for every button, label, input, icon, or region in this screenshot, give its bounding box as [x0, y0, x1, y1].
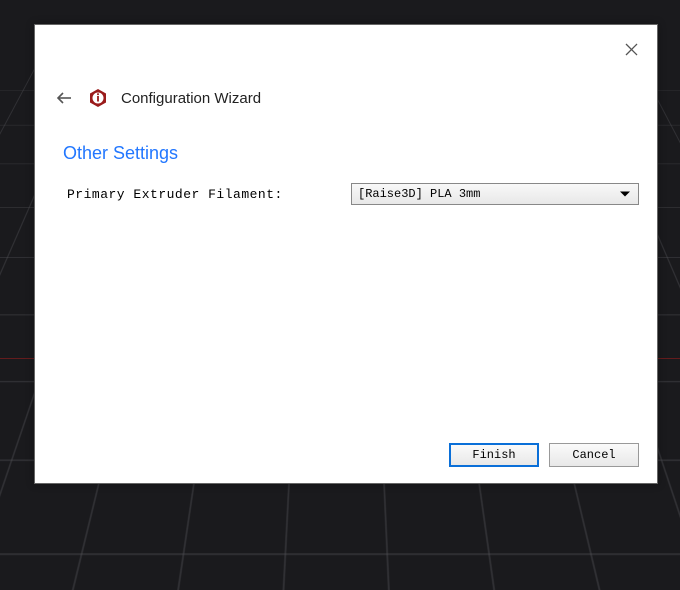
hexagon-info-icon	[87, 87, 109, 109]
dialog-header: Configuration Wizard	[53, 87, 261, 109]
filament-label: Primary Extruder Filament:	[67, 187, 351, 202]
section-title: Other Settings	[63, 143, 178, 164]
close-icon	[625, 43, 638, 56]
close-button[interactable]	[621, 39, 641, 59]
cancel-button[interactable]: Cancel	[549, 443, 639, 467]
finish-button[interactable]: Finish	[449, 443, 539, 467]
filament-row: Primary Extruder Filament: [Raise3D] PLA…	[67, 183, 639, 205]
dialog-buttons: Finish Cancel	[449, 443, 639, 467]
app-icon	[87, 87, 109, 109]
chevron-down-icon	[620, 192, 630, 197]
cancel-button-label: Cancel	[572, 448, 615, 462]
back-arrow-icon	[56, 91, 72, 105]
filament-dropdown[interactable]: [Raise3D] PLA 3mm	[351, 183, 639, 205]
configuration-wizard-dialog: Configuration Wizard Other Settings Prim…	[34, 24, 658, 484]
finish-button-label: Finish	[472, 448, 515, 462]
filament-dropdown-value: [Raise3D] PLA 3mm	[358, 187, 480, 201]
dialog-title: Configuration Wizard	[121, 90, 261, 107]
back-button[interactable]	[53, 87, 75, 109]
